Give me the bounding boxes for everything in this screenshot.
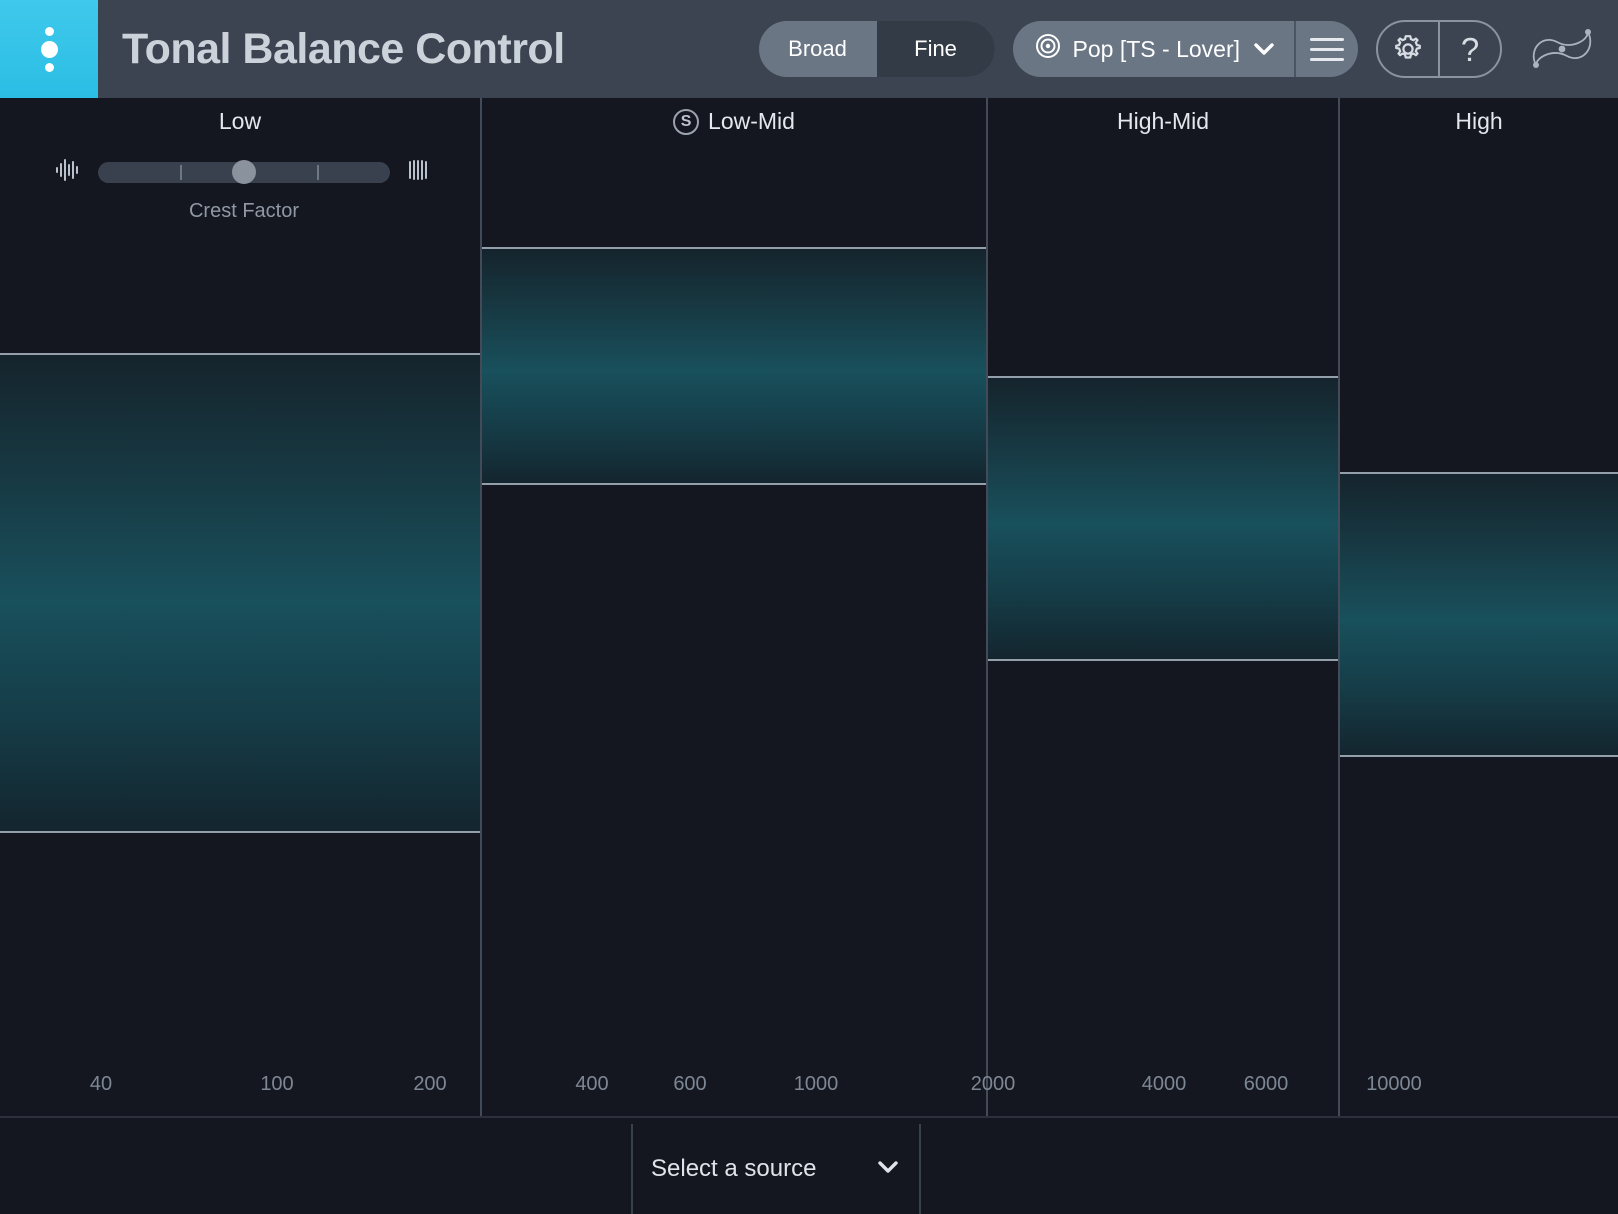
crest-factor-control[interactable]: Crest Factor — [54, 156, 434, 223]
source-select-label: Select a source — [651, 1155, 817, 1182]
freq-tick-400: 400 — [575, 1073, 609, 1095]
footer-bar: Select a source — [0, 1116, 1618, 1214]
band-label-high: High — [1455, 108, 1503, 134]
waveform-narrow-icon — [54, 156, 82, 189]
freq-tick-2000: 2000 — [970, 1073, 1016, 1095]
toolbar-controls: Broad Fine Pop [TS - Lover] ? — [758, 18, 1618, 80]
question-mark-icon[interactable]: ? — [1440, 22, 1500, 76]
target-icon — [1035, 33, 1061, 65]
band-title-low-mid: S Low-Mid — [482, 108, 986, 135]
freq-tick-10000: 10000 — [1366, 1073, 1422, 1095]
crest-factor-row — [54, 156, 434, 189]
izotope-squiggle-icon — [1522, 18, 1602, 80]
preset-selector[interactable]: Pop [TS - Lover] — [1013, 21, 1294, 77]
logo-dot-bottom — [44, 62, 54, 72]
preset-name: Pop [TS - Lover] — [1072, 35, 1240, 62]
band-target-range-high[interactable] — [1340, 472, 1618, 757]
band-title-high-mid: High-Mid — [988, 108, 1338, 135]
band-label-low-mid: Low-Mid — [708, 108, 795, 134]
band-label-low: Low — [218, 108, 262, 134]
freq-tick-200: 200 — [413, 1073, 447, 1095]
chevron-down-icon — [1252, 36, 1276, 63]
tonal-balance-control-window: Tonal Balance Control Broad Fine Pop [TS… — [0, 0, 1618, 1214]
view-mode-toggle: Broad Fine — [758, 21, 995, 77]
band-label-high-mid: High-Mid — [1116, 108, 1210, 134]
toolbar: Tonal Balance Control Broad Fine Pop [TS… — [0, 0, 1618, 98]
crest-factor-tick-1 — [179, 165, 182, 180]
band-target-range-high-mid[interactable] — [988, 376, 1338, 661]
page-title: Tonal Balance Control — [122, 24, 565, 73]
view-mode-broad-button[interactable]: Broad — [759, 21, 877, 77]
freq-tick-100: 100 — [260, 1073, 294, 1095]
chevron-down-icon — [875, 1158, 901, 1181]
hamburger-menu-icon[interactable] — [1296, 21, 1358, 77]
freq-tick-6000: 6000 — [1243, 1073, 1289, 1095]
band-target-range-low[interactable] — [0, 353, 480, 833]
crest-factor-thumb[interactable] — [232, 160, 256, 184]
crest-factor-slider[interactable] — [98, 160, 390, 184]
band-title-low: Low — [0, 108, 480, 135]
freq-tick-40: 40 — [89, 1073, 113, 1095]
solo-button-low-mid[interactable]: S — [673, 108, 700, 135]
waveform-wide-icon — [406, 156, 434, 189]
band-title-high: High — [1340, 108, 1618, 135]
crest-factor-label: Crest Factor — [188, 200, 300, 222]
utility-pill: ? — [1376, 20, 1502, 78]
freq-tick-1000: 1000 — [793, 1073, 839, 1095]
izotope-dots-icon[interactable] — [0, 0, 98, 98]
freq-tick-4000: 4000 — [1141, 1073, 1187, 1095]
source-select[interactable]: Select a source — [631, 1124, 921, 1214]
logo-dot-top — [44, 26, 54, 36]
view-mode-fine-button[interactable]: Fine — [876, 21, 995, 77]
gear-icon[interactable] — [1378, 22, 1438, 76]
crest-factor-tick-2 — [317, 165, 319, 180]
preset-group: Pop [TS - Lover] — [1012, 21, 1358, 77]
tonal-balance-analyzer[interactable]: Low Crest Factor S Low-Mid High-Mid High… — [0, 98, 1618, 1116]
band-target-range-low-mid[interactable] — [482, 247, 986, 485]
freq-tick-600: 600 — [673, 1073, 707, 1095]
logo-dot-middle — [40, 40, 58, 58]
